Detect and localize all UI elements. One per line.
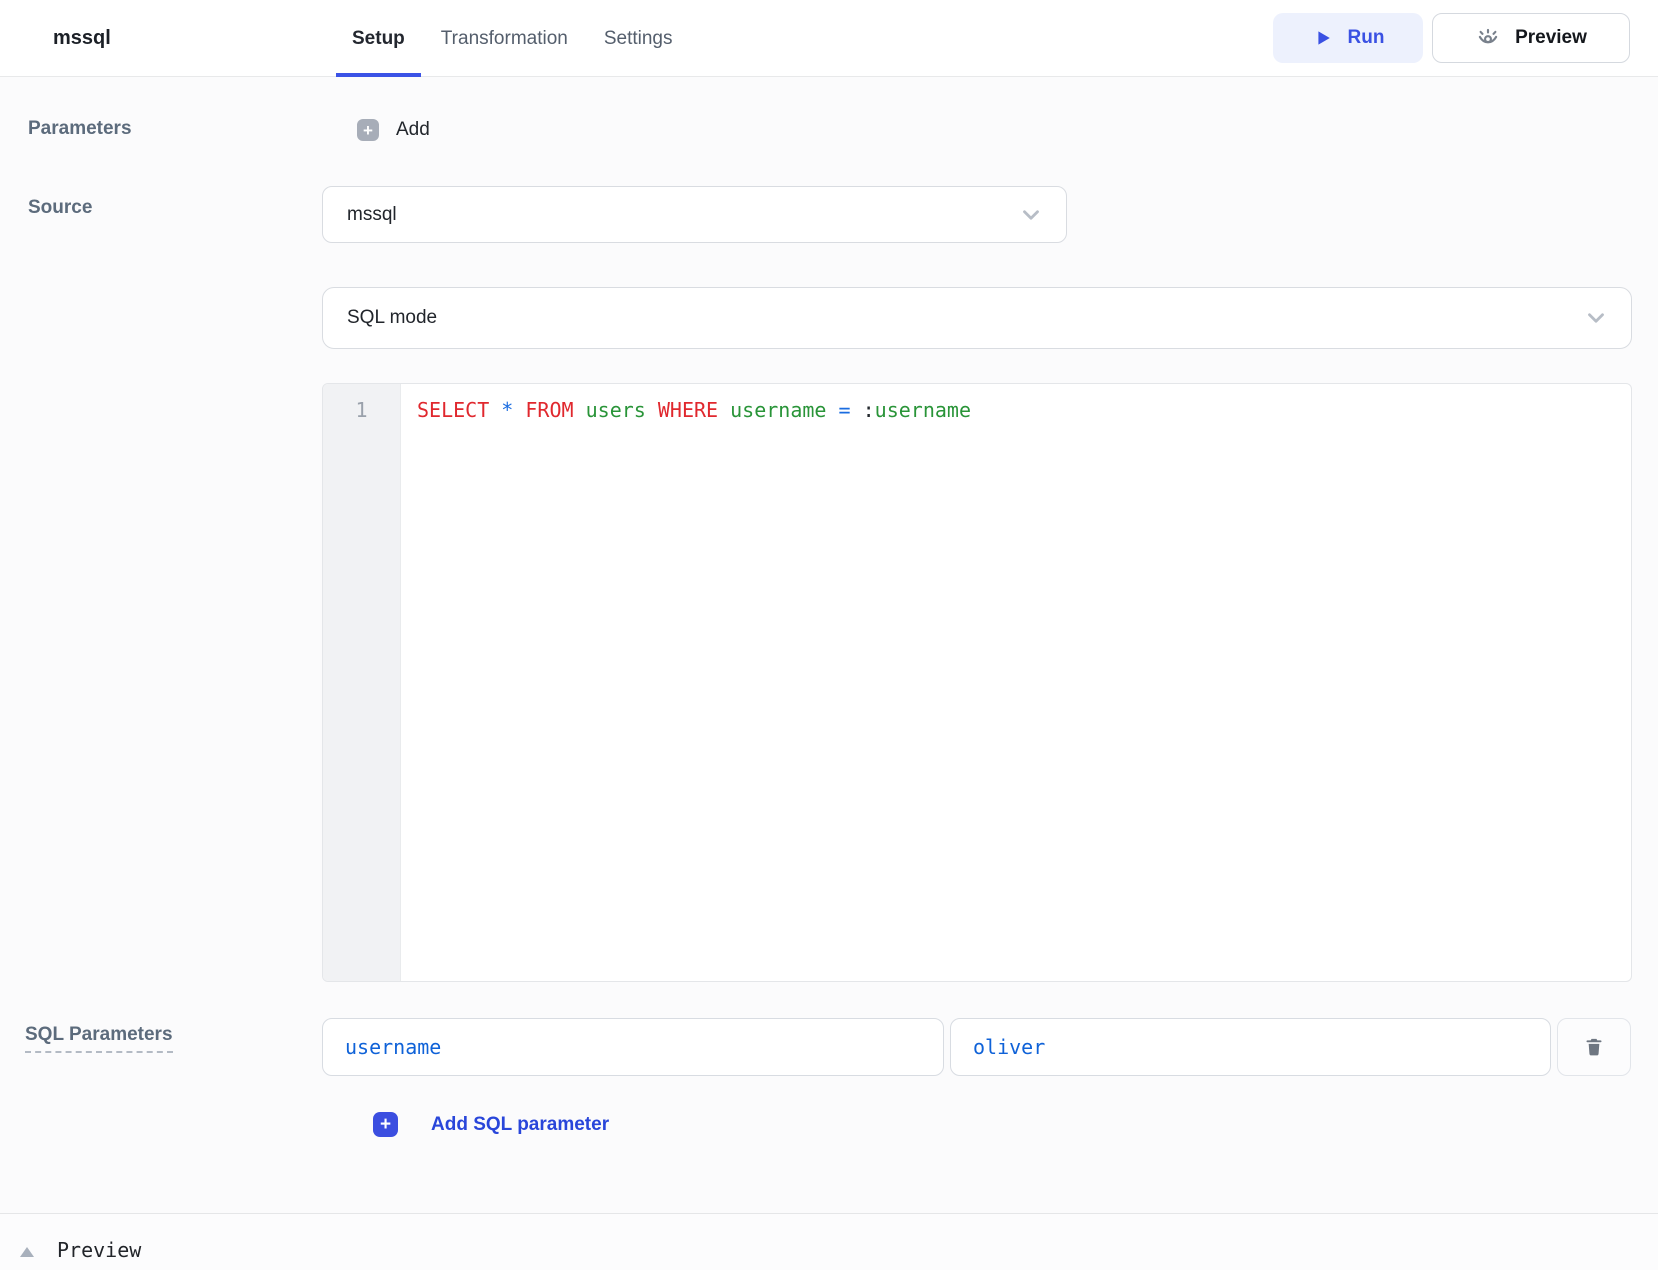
code-token: : [863,398,875,422]
page-title: mssql [53,0,111,77]
tab-setup[interactable]: Setup [336,0,421,77]
source-label: Source [28,197,92,219]
tab-bar: Setup Transformation Settings [336,0,689,77]
add-sql-parameter-label: Add SQL parameter [431,1114,609,1136]
editor-gutter: 1 [323,384,401,981]
code-token: = [839,398,851,422]
query-editor-page: mssql Setup Transformation Settings Run [0,0,1658,1270]
add-parameter-label: Add [396,119,430,141]
add-parameter-button[interactable]: + Add [357,119,430,141]
code-token: SELECT [417,398,489,422]
preview-panel-header [0,1214,1658,1270]
delete-param-button[interactable] [1557,1018,1631,1076]
code-token: FROM [525,398,573,422]
param-value-input[interactable] [950,1018,1551,1076]
run-button[interactable]: Run [1273,13,1423,63]
parameters-label: Parameters [28,118,132,140]
editor-code-area: SELECT * FROM users WHERE username = :us… [401,384,1631,981]
preview-panel-label: Preview [57,1238,141,1262]
code-token [851,398,863,422]
run-button-label: Run [1348,27,1385,49]
code-editor[interactable]: 1 SELECT * FROM users WHERE username = :… [322,383,1632,982]
preview-button[interactable]: Preview [1432,13,1630,63]
source-select-value: mssql [323,204,397,226]
eye-icon [1475,25,1501,51]
source-select[interactable]: mssql [322,186,1067,243]
plus-icon: + [373,1112,398,1137]
header-actions: Run Preview [1273,13,1630,63]
code-token: WHERE [658,398,718,422]
code-token [574,398,586,422]
code-line: SELECT * FROM users WHERE username = :us… [417,398,1631,422]
code-token: * [501,398,513,422]
code-token: username [730,398,826,422]
param-key-input[interactable] [322,1018,944,1076]
tab-transformation[interactable]: Transformation [425,0,584,77]
query-mode-select-value: SQL mode [323,307,437,329]
code-token [646,398,658,422]
tab-settings[interactable]: Settings [588,0,689,77]
play-icon [1312,27,1334,49]
collapse-up-icon[interactable] [20,1247,34,1257]
code-token [489,398,501,422]
code-token: username [875,398,971,422]
sql-parameters-label: SQL Parameters [25,1024,173,1053]
plus-icon: + [357,119,379,141]
trash-icon [1583,1035,1605,1059]
add-sql-parameter-button[interactable]: + Add SQL parameter [373,1112,609,1137]
code-token: users [586,398,646,422]
chevron-down-icon [1583,305,1609,331]
chevron-down-icon [1018,202,1044,228]
code-token [513,398,525,422]
query-mode-select[interactable]: SQL mode [322,287,1632,349]
code-token [826,398,838,422]
preview-button-label: Preview [1515,27,1587,49]
line-number: 1 [323,398,400,422]
header: mssql Setup Transformation Settings Run [0,0,1658,77]
code-token [718,398,730,422]
